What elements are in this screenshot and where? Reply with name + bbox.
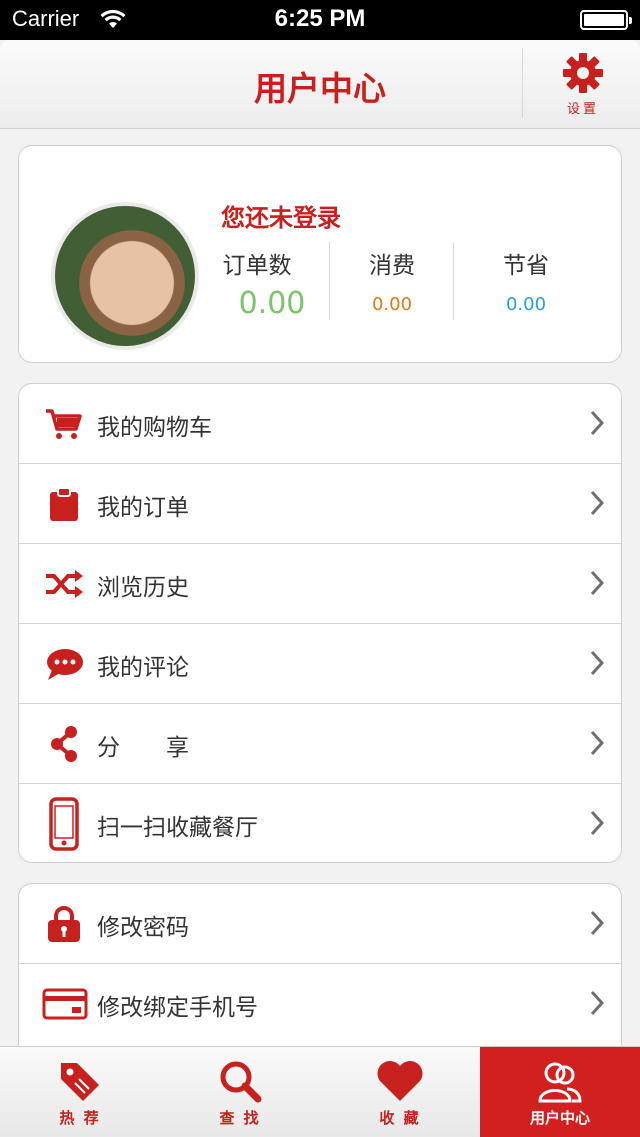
chevron-right-icon bbox=[589, 569, 605, 601]
battery-icon bbox=[580, 10, 632, 30]
menu-item-label: 我的购物车 bbox=[97, 415, 212, 441]
tab-search[interactable]: 查 找 bbox=[160, 1047, 320, 1137]
status-bar: Carrier 6:25 PM bbox=[0, 0, 640, 40]
clipboard-icon bbox=[43, 483, 85, 525]
menu-item-change-phone[interactable]: 修改绑定手机号 bbox=[19, 964, 621, 1044]
cart-icon bbox=[43, 403, 85, 445]
tab-label: 收 藏 bbox=[379, 1109, 421, 1127]
menu-group-main: 我的购物车 我的订单 浏览历史 我的评论 分 享 扫一扫收藏餐厅 bbox=[18, 383, 622, 863]
menu-group-account: 修改密码 修改绑定手机号 bbox=[18, 883, 622, 1053]
chevron-right-icon bbox=[589, 409, 605, 441]
menu-item-label: 我的评论 bbox=[97, 655, 189, 681]
stat-divider bbox=[329, 242, 330, 320]
settings-button[interactable]: 设置 bbox=[540, 52, 626, 122]
menu-item-scan[interactable]: 扫一扫收藏餐厅 bbox=[19, 784, 621, 862]
stat-label: 节省 bbox=[503, 253, 549, 279]
menu-item-cart[interactable]: 我的购物车 bbox=[19, 384, 621, 464]
menu-item-label: 修改绑定手机号 bbox=[97, 995, 258, 1021]
clock: 6:25 PM bbox=[274, 5, 366, 32]
tab-label: 查 找 bbox=[219, 1109, 261, 1127]
heart-icon bbox=[320, 1059, 480, 1105]
lock-icon bbox=[43, 903, 85, 945]
phone-icon bbox=[43, 796, 85, 852]
menu-item-share[interactable]: 分 享 bbox=[19, 704, 621, 784]
search-icon bbox=[160, 1059, 320, 1105]
menu-item-label: 扫一扫收藏餐厅 bbox=[97, 815, 258, 841]
stat-label: 消费 bbox=[369, 253, 415, 279]
tab-user-center[interactable]: 用户中心 bbox=[480, 1047, 640, 1137]
stat-value: 0.00 bbox=[505, 294, 547, 315]
card-icon bbox=[41, 983, 89, 1025]
stat-saved: 节省 0.00 bbox=[466, 246, 586, 315]
stat-spend: 消费 0.00 bbox=[332, 246, 452, 315]
menu-item-change-password[interactable]: 修改密码 bbox=[19, 884, 621, 964]
menu-item-comments[interactable]: 我的评论 bbox=[19, 624, 621, 704]
tab-recommend[interactable]: 热 荐 bbox=[0, 1047, 160, 1137]
chevron-right-icon bbox=[589, 909, 605, 941]
gear-icon bbox=[562, 53, 604, 98]
menu-item-orders[interactable]: 我的订单 bbox=[19, 464, 621, 544]
tab-label: 热 荐 bbox=[59, 1109, 101, 1127]
chevron-right-icon bbox=[589, 729, 605, 761]
stat-value: 0.00 bbox=[371, 294, 413, 315]
chevron-right-icon bbox=[589, 809, 605, 841]
login-prompt[interactable]: 您还未登录 bbox=[221, 198, 341, 233]
avatar[interactable] bbox=[51, 202, 199, 350]
stat-divider bbox=[453, 242, 454, 320]
tag-icon bbox=[0, 1059, 160, 1105]
chevron-right-icon bbox=[589, 489, 605, 521]
menu-item-label: 我的订单 bbox=[97, 495, 189, 521]
menu-item-label: 修改密码 bbox=[97, 915, 189, 941]
shuffle-icon bbox=[43, 563, 85, 605]
settings-label: 设置 bbox=[566, 102, 599, 117]
share-icon bbox=[43, 723, 85, 765]
stat-orders: 订单数 0.00 bbox=[197, 246, 317, 321]
tab-favorites[interactable]: 收 藏 bbox=[320, 1047, 480, 1137]
comment-icon bbox=[43, 643, 85, 685]
tab-label: 用户中心 bbox=[529, 1109, 590, 1127]
stat-value: 0.00 bbox=[238, 286, 306, 321]
chevron-right-icon bbox=[589, 989, 605, 1021]
stat-label: 订单数 bbox=[222, 253, 292, 279]
menu-item-label: 分 享 bbox=[97, 735, 189, 761]
tab-bar: 热 荐 查 找 收 藏 用户中心 bbox=[0, 1046, 640, 1137]
profile-card: 您还未登录 订单数 0.00 消费 0.00 节省 0.00 bbox=[18, 145, 622, 363]
menu-item-label: 浏览历史 bbox=[97, 575, 189, 601]
chevron-right-icon bbox=[589, 649, 605, 681]
user-icon bbox=[480, 1059, 640, 1105]
nav-divider bbox=[522, 48, 523, 118]
menu-item-history[interactable]: 浏览历史 bbox=[19, 544, 621, 624]
navigation-bar: 用户中心 设置 bbox=[0, 40, 640, 129]
